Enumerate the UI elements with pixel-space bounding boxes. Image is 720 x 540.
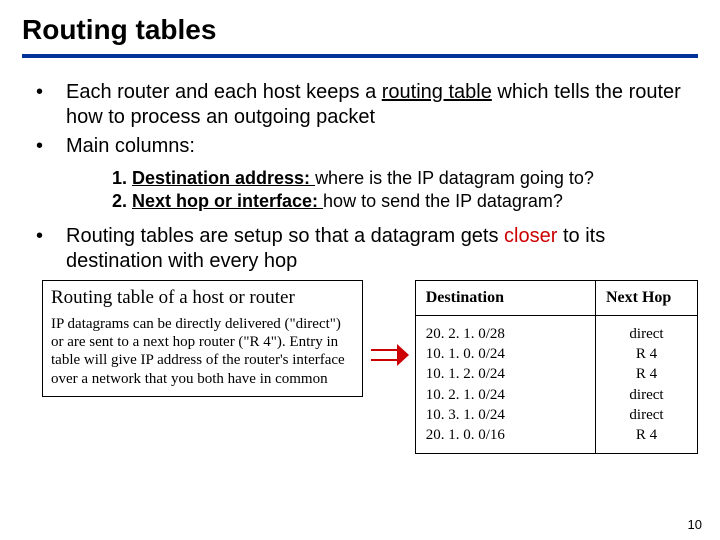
table-header-row: Destination Next Hop [416,281,697,316]
bullet-1-pre: Each router and each host keeps a [66,81,382,103]
col-destination: 20. 2. 1. 0/28 10. 1. 0. 0/24 10. 1. 2. … [416,316,595,454]
bullet-2: Main columns: [22,134,698,159]
next-cell: direct [606,324,687,344]
numbered-list: 1. Destination address: where is the IP … [22,167,698,214]
slide: Routing tables Each router and each host… [0,0,720,540]
th-next-hop: Next Hop [595,281,697,315]
bullet-3-pre: Routing tables are setup so that a datag… [66,225,504,247]
next-cell: R 4 [606,344,687,364]
dest-cell: 20. 1. 0. 0/16 [426,425,585,445]
numbered-1-num: 1. [112,168,132,188]
leftbox-paragraph: IP datagrams can be directly delivered (… [51,315,354,388]
numbered-1: 1. Destination address: where is the IP … [112,167,698,190]
bullet-3: Routing tables are setup so that a datag… [22,224,698,274]
bullet-1-underline: routing table [382,81,492,103]
left-info-box: Routing table of a host or router IP dat… [42,280,363,397]
next-cell: R 4 [606,425,687,445]
page-title: Routing tables [22,14,698,46]
bullet-3-red: closer [504,225,557,247]
next-cell: direct [606,405,687,425]
page-number: 10 [688,517,702,532]
routing-table: Destination Next Hop 20. 2. 1. 0/28 10. … [415,280,698,455]
dest-cell: 10. 1. 0. 0/24 [426,344,585,364]
lower-row: Routing table of a host or router IP dat… [22,280,698,455]
numbered-2-lead: Next hop or interface: [132,191,323,211]
numbered-1-tail: where is the IP datagram going to? [315,168,594,188]
arrow-icon [369,342,409,373]
table-body: 20. 2. 1. 0/28 10. 1. 0. 0/24 10. 1. 2. … [416,316,697,454]
th-destination: Destination [416,281,595,315]
dest-cell: 20. 2. 1. 0/28 [426,324,585,344]
title-underline [22,54,698,58]
numbered-2-num: 2. [112,191,132,211]
bullet-list-2: Routing tables are setup so that a datag… [22,224,698,274]
dest-cell: 10. 2. 1. 0/24 [426,385,585,405]
bullet-list: Each router and each host keeps a routin… [22,80,698,159]
next-cell: R 4 [606,364,687,384]
leftbox-heading: Routing table of a host or router [51,287,354,309]
col-next-hop: direct R 4 R 4 direct direct R 4 [595,316,697,454]
bullet-1: Each router and each host keeps a routin… [22,80,698,130]
numbered-2-tail: how to send the IP datagram? [323,191,563,211]
numbered-2: 2. Next hop or interface: how to send th… [112,190,698,213]
numbered-1-lead: Destination address: [132,168,315,188]
dest-cell: 10. 3. 1. 0/24 [426,405,585,425]
dest-cell: 10. 1. 2. 0/24 [426,364,585,384]
next-cell: direct [606,385,687,405]
